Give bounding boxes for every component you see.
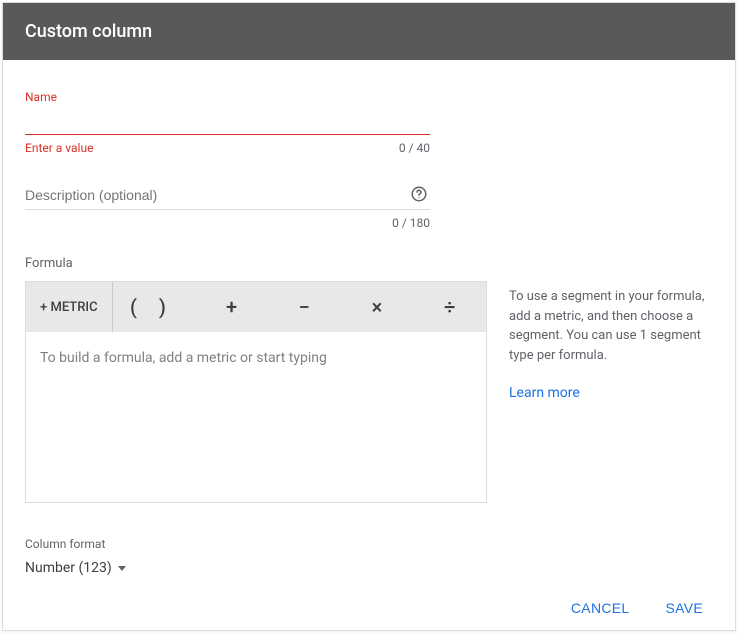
cancel-button[interactable]: CANCEL	[567, 594, 634, 622]
formula-input[interactable]: To build a formula, add a metric or star…	[26, 332, 486, 502]
help-icon[interactable]	[410, 185, 428, 203]
minus-button[interactable]: −	[268, 282, 341, 332]
description-counter: 0 / 180	[392, 216, 430, 230]
description-underrow: 0 / 180	[25, 216, 430, 230]
multiply-button[interactable]: ×	[341, 282, 414, 332]
formula-help: To use a segment in your formula, add a …	[509, 281, 713, 404]
learn-more-link[interactable]: Learn more	[509, 383, 713, 404]
formula-label: Formula	[25, 256, 713, 271]
parentheses-button[interactable]: ()	[113, 282, 196, 332]
formula-help-text: To use a segment in your formula, add a …	[509, 289, 704, 363]
name-input[interactable]	[25, 108, 430, 135]
name-error: Enter a value	[25, 141, 93, 155]
custom-column-dialog: Custom column Name Enter a value 0 / 40 …	[2, 2, 736, 631]
formula-box: + METRIC () + − × ÷ To build a formula, …	[25, 281, 487, 503]
operator-group: () + − × ÷	[113, 282, 486, 332]
plus-button[interactable]: +	[195, 282, 268, 332]
description-input[interactable]	[25, 181, 430, 210]
dialog-header: Custom column	[3, 3, 735, 60]
formula-toolbar: + METRIC () + − × ÷	[26, 282, 486, 332]
name-label: Name	[25, 90, 430, 104]
add-metric-button[interactable]: + METRIC	[26, 282, 113, 332]
divide-button[interactable]: ÷	[413, 282, 486, 332]
dialog-body: Name Enter a value 0 / 40 0 / 180 Formul…	[3, 60, 735, 576]
dialog-title: Custom column	[25, 21, 152, 42]
chevron-down-icon	[118, 566, 126, 571]
name-counter: 0 / 40	[399, 141, 430, 155]
name-field-group: Name Enter a value 0 / 40	[25, 90, 430, 155]
name-underrow: Enter a value 0 / 40	[25, 141, 430, 155]
dialog-footer: CANCEL SAVE	[3, 576, 735, 642]
save-button[interactable]: SAVE	[661, 594, 707, 622]
formula-section: + METRIC () + − × ÷ To build a formula, …	[25, 281, 713, 503]
column-format-select[interactable]: Number (123)	[25, 560, 126, 576]
column-format-label: Column format	[25, 537, 713, 551]
column-format-section: Column format Number (123)	[25, 537, 713, 576]
description-field-group: 0 / 180	[25, 181, 430, 230]
column-format-value: Number (123)	[25, 560, 112, 576]
